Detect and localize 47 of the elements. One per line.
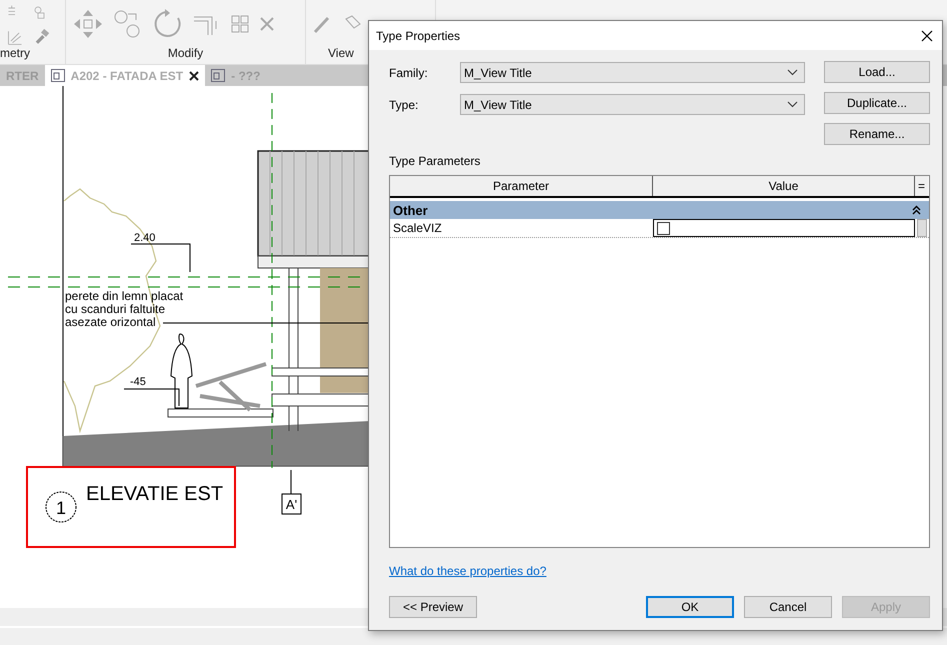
sheet-icon (50, 69, 65, 82)
panel-label: View (327, 46, 355, 62)
dropdown[interactable]: M_View Title (460, 94, 805, 115)
panel-label: Modify (166, 46, 204, 62)
move-icon[interactable] (72, 8, 104, 40)
grid-tag: A' (286, 497, 298, 512)
help-link[interactable]: What do these properties do? (389, 564, 546, 578)
group-row[interactable]: Other (390, 201, 929, 219)
sheet-icon (211, 69, 226, 82)
field-label: Family: (389, 66, 429, 80)
dialog-button[interactable]: << Preview (389, 596, 477, 618)
side-button[interactable]: Duplicate... (824, 92, 930, 114)
collapse-icon[interactable] (912, 205, 921, 215)
side-button[interactable]: Load... (824, 61, 930, 83)
view-title: ELEVATIE EST (86, 483, 224, 506)
gridline (290, 470, 292, 495)
tab-label: A202 - FATADA EST (70, 68, 184, 83)
grid-icon[interactable] (230, 14, 250, 34)
dialog-button[interactable]: Cancel (744, 596, 832, 618)
delete-icon[interactable] (258, 15, 276, 33)
group-name: Other (393, 202, 428, 218)
panel-label: metry (0, 46, 31, 62)
field-label: Type: (389, 98, 420, 112)
tab-label: - ??? (231, 68, 260, 83)
view-number: 1 (56, 498, 66, 518)
dimension-label: 2.40 (134, 232, 156, 244)
column-header[interactable]: Value (653, 176, 915, 196)
section-label: Type Parameters (389, 154, 482, 168)
dialog-title: Type Properties (376, 28, 460, 42)
parameter-name: ScaleVIZ (392, 220, 443, 237)
column-header[interactable]: Parameter (390, 176, 653, 196)
dropdown[interactable]: M_View Title (460, 62, 805, 83)
caret-icon (787, 101, 798, 108)
grid-tag-box (282, 494, 302, 515)
view-number-circle (46, 492, 76, 523)
value-cell[interactable] (653, 219, 915, 237)
column-header[interactable]: = (915, 176, 928, 196)
dimension-label: -45 (130, 376, 146, 388)
annotation-note: perete din lemn placat cu scanduri faltuite asezate orizontal (65, 289, 184, 330)
close-icon[interactable] (921, 30, 933, 42)
dialog-button[interactable]: OK (646, 596, 734, 618)
checkbox[interactable] (657, 222, 670, 234)
close-icon[interactable] (189, 70, 200, 81)
side-button[interactable]: Rename... (824, 123, 930, 145)
leader-line (124, 388, 180, 407)
leader-line (130, 244, 190, 273)
caret-icon (787, 69, 798, 76)
